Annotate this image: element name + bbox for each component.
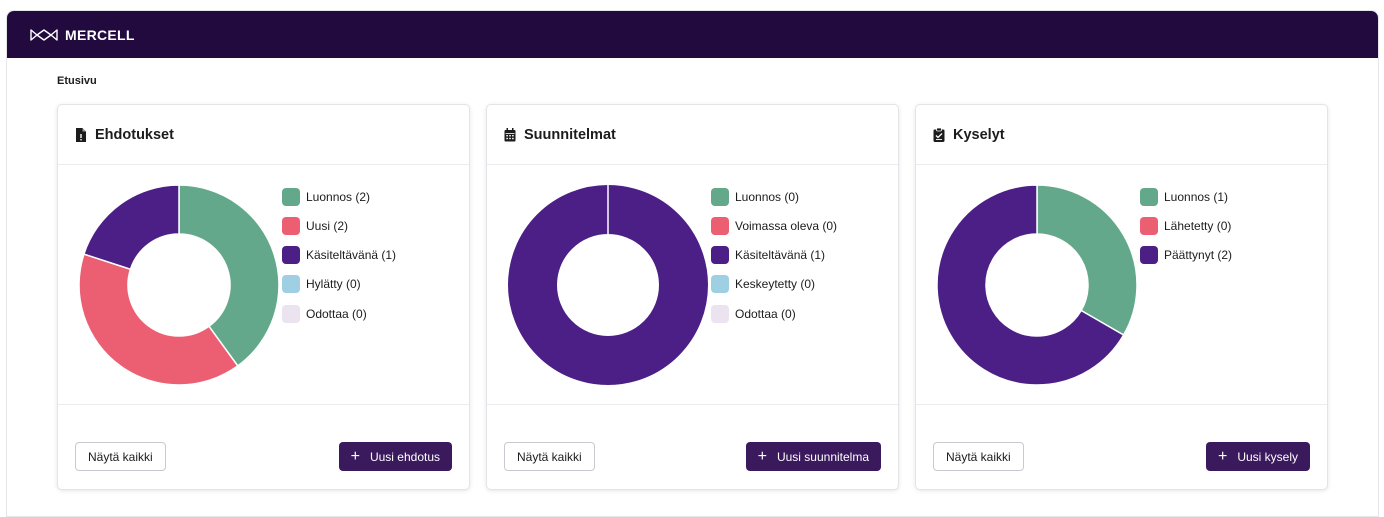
- show-all-button[interactable]: Näytä kaikki: [504, 442, 595, 471]
- legend-label: Päättynyt (2): [1164, 248, 1233, 263]
- legend-swatch: [711, 275, 729, 294]
- brand-name: MERCELL: [65, 26, 135, 43]
- card-footer: Näytä kaikki + Uusi suunnitelma: [487, 404, 898, 491]
- show-all-button[interactable]: Näytä kaikki: [75, 442, 166, 471]
- chart-legend: Luonnos (2) Uusi (2) Käsiteltävänä (1) Hylä…: [282, 182, 396, 328]
- legend-swatch: [711, 246, 729, 265]
- button-label: Uusi kysely: [1237, 449, 1298, 464]
- legend-item[interactable]: Käsiteltävänä (1): [282, 241, 396, 270]
- button-label: Uusi ehdotus: [369, 449, 440, 464]
- clipboard-icon: [933, 127, 945, 142]
- proposals-card: Ehdotukset Luonnos (2) Uusi (2) Käsiteltäv…: [57, 104, 470, 490]
- legend-label: Hylätty (0): [306, 277, 361, 292]
- mercell-logo-icon: [30, 28, 58, 41]
- calendar-icon: [504, 127, 516, 141]
- donut-slice-käsiteltävänä[interactable]: [83, 184, 180, 270]
- new-proposal-button[interactable]: + Uusi ehdotus: [338, 442, 452, 471]
- card-header: Suunnitelmat: [487, 105, 898, 165]
- card-header: Ehdotukset: [58, 105, 469, 165]
- card-title: Kyselyt: [953, 126, 1005, 143]
- button-label: Uusi suunnitelma: [776, 449, 869, 464]
- donut-slice-uusi[interactable]: [78, 253, 239, 386]
- legend-item[interactable]: Odottaa (0): [711, 299, 837, 328]
- surveys-card: Kyselyt Luonnos (1) Lähetetty (0) Päättyny…: [915, 104, 1328, 490]
- chart-legend: Luonnos (0) Voimassa oleva (0) Käsiteltävä…: [711, 182, 837, 328]
- legend-swatch: [282, 275, 300, 294]
- plans-card: Suunnitelmat Luonnos (0) Voimassa oleva (…: [486, 104, 899, 490]
- new-survey-button[interactable]: + Uusi kysely: [1205, 442, 1310, 471]
- legend-swatch: [711, 216, 729, 235]
- legend-item[interactable]: Uusi (2): [282, 211, 396, 240]
- legend-item[interactable]: Käsiteltävänä (1): [711, 241, 837, 270]
- card-title: Ehdotukset: [95, 126, 174, 143]
- plus-icon: +: [350, 447, 360, 465]
- legend-swatch: [1140, 246, 1158, 265]
- chart-legend: Luonnos (1) Lähetetty (0) Päättynyt (2): [1140, 182, 1232, 270]
- legend-item[interactable]: Voimassa oleva (0): [711, 211, 837, 240]
- legend-item[interactable]: Luonnos (1): [1140, 182, 1232, 211]
- card-footer: Näytä kaikki + Uusi kysely: [916, 404, 1327, 491]
- legend-swatch: [1140, 216, 1158, 235]
- legend-swatch: [282, 246, 300, 265]
- plus-icon: +: [1217, 447, 1228, 465]
- app-window: MERCELL Etusivu Ehdotukset Luonnos (2) Uu…: [6, 10, 1379, 517]
- legend-label: Voimassa oleva (0): [735, 218, 838, 233]
- brand[interactable]: MERCELL: [29, 27, 135, 43]
- legend-swatch: [282, 187, 300, 206]
- legend-label: Käsiteltävänä (1): [306, 248, 397, 263]
- legend-swatch: [282, 304, 300, 323]
- legend-label: Luonnos (0): [735, 189, 800, 204]
- legend-label: Luonnos (2): [306, 189, 371, 204]
- legend-label: Odottaa (0): [306, 306, 367, 321]
- new-plan-button[interactable]: + Uusi suunnitelma: [745, 442, 881, 471]
- legend-label: Uusi (2): [306, 218, 349, 233]
- legend-swatch: [282, 216, 300, 235]
- breadcrumb[interactable]: Etusivu: [57, 75, 97, 87]
- card-footer: Näytä kaikki + Uusi ehdotus: [58, 404, 469, 491]
- legend-item[interactable]: Päättynyt (2): [1140, 241, 1232, 270]
- legend-swatch: [711, 304, 729, 323]
- legend-label: Käsiteltävänä (1): [735, 248, 826, 263]
- legend-swatch: [711, 187, 729, 206]
- legend-label: Luonnos (1): [1164, 189, 1229, 204]
- legend-label: Lähetetty (0): [1164, 218, 1232, 233]
- proposals-donut-chart: [78, 184, 280, 386]
- legend-item[interactable]: Odottaa (0): [282, 299, 396, 328]
- plans-donut-chart: [508, 185, 708, 385]
- plus-icon: +: [757, 447, 767, 465]
- legend-item[interactable]: Luonnos (0): [711, 182, 837, 211]
- legend-swatch: [1140, 187, 1158, 206]
- legend-item[interactable]: Hylätty (0): [282, 270, 396, 299]
- donut-slice-luonnos[interactable]: [1036, 184, 1138, 336]
- top-navigation-bar: MERCELL: [7, 11, 1378, 58]
- legend-label: Odottaa (0): [735, 306, 796, 321]
- card-title: Suunnitelmat: [524, 126, 616, 143]
- legend-item[interactable]: Lähetetty (0): [1140, 211, 1232, 240]
- card-header: Kyselyt: [916, 105, 1327, 165]
- legend-label: Keskeytetty (0): [735, 277, 816, 292]
- legend-item[interactable]: Luonnos (2): [282, 182, 396, 211]
- show-all-button[interactable]: Näytä kaikki: [933, 442, 1024, 471]
- file-icon: [76, 127, 86, 142]
- surveys-donut-chart: [936, 184, 1138, 386]
- legend-item[interactable]: Keskeytetty (0): [711, 270, 837, 299]
